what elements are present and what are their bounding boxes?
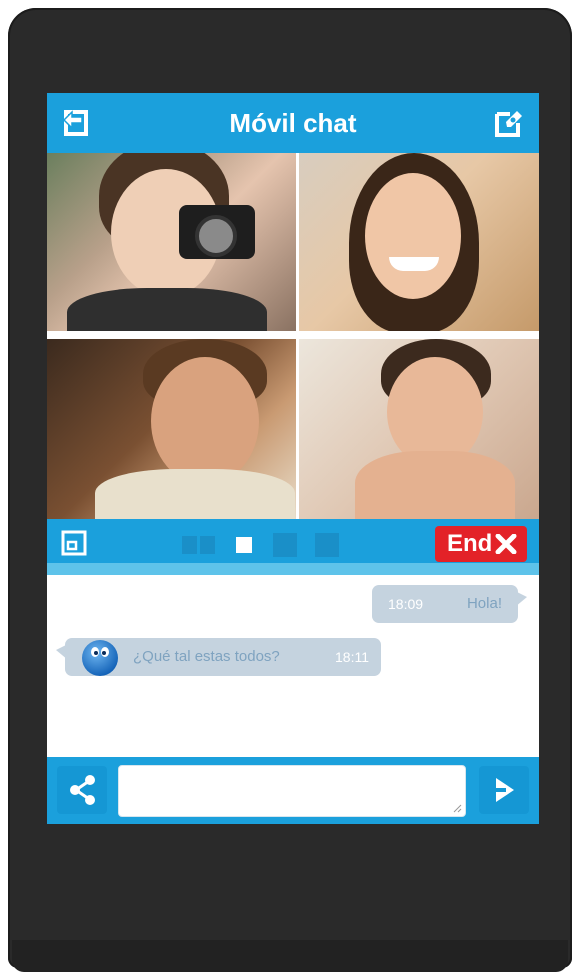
message-text: Hola!	[466, 595, 502, 612]
close-x-icon	[495, 534, 517, 554]
layout-alt-icon[interactable]	[315, 533, 340, 557]
fullscreen-button[interactable]	[61, 530, 87, 556]
share-icon	[70, 775, 95, 805]
video-tile-2[interactable]	[299, 153, 539, 331]
participant-shirt	[95, 469, 295, 519]
video-tile-4[interactable]	[299, 339, 539, 519]
share-button[interactable]	[57, 766, 107, 814]
resize-grip-icon	[453, 804, 462, 813]
message-bubble-incoming: ¿Qué tal estas todos? 18:11	[56, 638, 381, 676]
camera-lens	[195, 215, 237, 257]
chat-messages: 18:09 Hola! ¿Qué tal estas todos? 18:11	[47, 575, 539, 757]
message-text: ¿Qué tal estas todos?	[133, 648, 280, 665]
avatar	[82, 640, 118, 676]
participant-arms	[355, 451, 515, 519]
send-arrow-icon	[496, 778, 514, 802]
fullscreen-icon	[61, 530, 87, 556]
layout-single-icon[interactable]	[234, 535, 254, 555]
message-time: 18:09	[388, 596, 424, 612]
edit-button[interactable]	[492, 106, 526, 140]
message-input[interactable]	[118, 765, 466, 817]
end-call-label: End	[447, 530, 493, 557]
phone-frame-bottom	[12, 940, 568, 972]
layout-grid-icon[interactable]	[272, 533, 297, 557]
app-title: Móvil chat	[229, 108, 357, 138]
send-button[interactable]	[479, 766, 529, 814]
video-grid	[47, 153, 539, 519]
message-bubble-outgoing: 18:09 Hola!	[372, 585, 527, 623]
title-bar: Móvil chat	[47, 93, 539, 153]
app-screen: Móvil chat End 18:09 Hola! ¿Qué tal esta…	[47, 93, 539, 824]
layout-selector	[182, 533, 353, 557]
message-composer	[47, 757, 539, 824]
participant-face	[365, 173, 461, 299]
edit-compose-icon	[495, 111, 522, 137]
layout-two-icon[interactable]	[182, 536, 216, 554]
video-tile-3[interactable]	[47, 339, 296, 519]
participant-face	[151, 357, 259, 485]
call-bar-strip	[47, 563, 539, 575]
participant-shirt	[67, 288, 267, 331]
message-time: 18:11	[335, 649, 369, 665]
participant-smile	[389, 257, 439, 271]
video-tile-1[interactable]	[47, 153, 296, 331]
end-call-button[interactable]: End	[435, 526, 527, 562]
